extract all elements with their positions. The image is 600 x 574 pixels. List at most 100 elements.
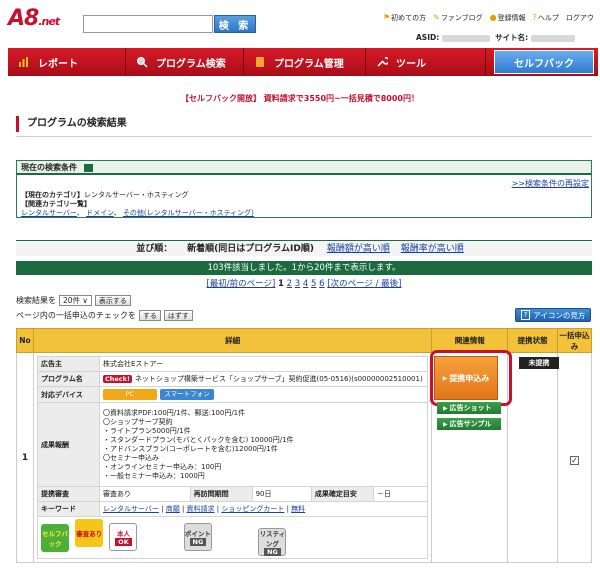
- play-icon: ▶: [443, 404, 448, 412]
- check-badge: Check!: [102, 375, 132, 383]
- program-name: ネットショップ構築サービス「ショップサーブ」契約促進(05-0516)(s000…: [134, 375, 423, 383]
- logo-subtext: .net: [38, 15, 60, 28]
- self-purchase-badge: 本人 OK: [109, 523, 138, 551]
- reward-line: 〇資料請求PDF:100円/1件、郵送:100円/1件: [102, 408, 246, 417]
- badge-label: 本人: [116, 530, 130, 538]
- report-chart-icon: [19, 57, 28, 67]
- header-bulk: 一括申込み: [557, 328, 592, 353]
- review-badge: 審査あり: [75, 519, 104, 547]
- pager-page[interactable]: 2: [287, 279, 292, 289]
- user-icon: ●: [489, 13, 497, 22]
- pager-current-page: 1: [278, 279, 284, 289]
- detail-table: 広告主 株式会社Eストアー プログラム名 Check! ネットショップ構築サービス「シ…: [36, 356, 429, 559]
- ad-sample-button[interactable]: ▶ 広告サンプル: [437, 418, 501, 430]
- pager-page[interactable]: 6: [319, 279, 324, 289]
- row-status-cell: [507, 352, 559, 563]
- device-cell: PC スマートフォン: [98, 386, 429, 403]
- reward-cell: 〇資料請求PDF:100円/1件、郵送:100円/1件 〇ショップサーブ契約 ・…: [98, 402, 429, 487]
- nav-selfback[interactable]: セルフバック: [494, 50, 594, 74]
- nav-label: プログラム管理: [274, 58, 344, 70]
- program-search-input[interactable]: [83, 15, 213, 33]
- pager-page[interactable]: 5: [311, 279, 316, 289]
- nav-report[interactable]: レポート: [8, 48, 126, 76]
- period-label: 再訪問期間: [189, 486, 253, 502]
- pager-prev[interactable]: [最初/前のページ]: [206, 279, 275, 289]
- confirm-value: －日: [372, 486, 429, 502]
- reset-conditions-link[interactable]: >>検索条件の再設定: [512, 178, 589, 189]
- device-smartphone-badge: スマートフォン: [159, 389, 214, 400]
- check-all-button[interactable]: する: [138, 310, 161, 321]
- search-button[interactable]: 検 索: [214, 15, 256, 33]
- header-detail: 詳細: [32, 328, 433, 353]
- nav-program-search[interactable]: プログラム検索: [126, 48, 244, 76]
- keyword-cell: レンタルサーバー | 商願 | 資料請求 | ショッピングカート | 無料: [98, 501, 429, 517]
- header-no: No: [16, 328, 34, 353]
- period-value: 90日: [251, 486, 312, 502]
- main-nav: レポート プログラム検索 プログラム管理 ツール セルフバック: [8, 48, 598, 76]
- badge-label: リスティング: [259, 530, 286, 548]
- reward-line: ・一般セミナー申込み：1000円: [102, 471, 205, 480]
- partnership-status: 未提携: [519, 357, 559, 369]
- sort-by-reward-amount[interactable]: 報酬額が高い順: [327, 244, 390, 254]
- badge-label: ポイント: [184, 530, 211, 538]
- related-category-link[interactable]: ドメイン: [86, 209, 114, 217]
- nav-program-manage[interactable]: プログラム管理: [244, 48, 366, 76]
- keyword-link[interactable]: 無料: [291, 505, 305, 513]
- help-icon: ?: [532, 13, 537, 22]
- reward-line: ・ライトプラン5000円/1件: [102, 426, 191, 435]
- advertiser-label: 広告主: [36, 356, 100, 372]
- sort-by-reward-rate[interactable]: 報酬率が高い順: [401, 244, 464, 254]
- show-results-button[interactable]: 表示する: [94, 295, 131, 306]
- top-links: ⚑初めての方 ✎ファンブログ ●登録情報 ?ヘルプ ログアウ: [383, 13, 594, 23]
- keyword-link[interactable]: 資料請求: [187, 505, 215, 513]
- promo-banner[interactable]: 【セルフバック開放】 資料請求で3550円~一括見積で8000円！: [0, 93, 600, 104]
- results-per-page-row: 検索結果を 20件 ∨ 表示する: [16, 295, 131, 306]
- uncheck-all-button[interactable]: はずす: [163, 310, 193, 321]
- reward-line: ・オンラインセミナー申込み：100円: [102, 462, 222, 471]
- badge-value: NG: [189, 538, 207, 546]
- ad-shot-button[interactable]: ▶ 広告ショット: [437, 402, 501, 414]
- help-icon: ?: [520, 310, 531, 320]
- play-icon: ▶: [443, 420, 448, 428]
- pager-page[interactable]: 4: [303, 279, 308, 289]
- keyword-link[interactable]: レンタルサーバー: [103, 505, 159, 513]
- nav-tools[interactable]: ツール: [366, 48, 486, 76]
- pager-next[interactable]: [次のページ / 最後]: [327, 279, 401, 289]
- device-pc-badge: PC: [102, 389, 157, 400]
- bulk-check-label: ページ内の一括申込のチェックを: [16, 311, 136, 320]
- account-info: ASID: サイト名:: [416, 32, 575, 43]
- keyword-label: キーワード: [36, 501, 100, 517]
- pager-page[interactable]: 3: [295, 279, 300, 289]
- reward-label: 成果報酬: [36, 402, 100, 487]
- nav-label: セルフバック: [514, 58, 574, 70]
- icon-guide-button[interactable]: ? アイコンの見方: [515, 308, 591, 322]
- top-link-label: 初めての方: [391, 14, 427, 22]
- reward-line: 〇セミナー申込み: [102, 453, 159, 462]
- keyword-link[interactable]: ショッピングカート: [221, 505, 284, 513]
- search-conditions-title: 現在の検索条件: [21, 163, 77, 172]
- icon-guide-label: アイコンの見方: [533, 310, 586, 320]
- review-value: 審査あり: [98, 486, 191, 502]
- reward-line: ・スタンダードプラン(モバとくパックを含む) 10000円/1件: [102, 435, 294, 444]
- top-link-help[interactable]: ?ヘルプ: [533, 13, 559, 23]
- a8-logo[interactable]: A8.net: [8, 6, 60, 31]
- bulk-apply-checkbox[interactable]: ✓: [570, 456, 579, 465]
- keyword-link[interactable]: 商願: [166, 505, 180, 513]
- flag-icon: ⚑: [383, 13, 391, 22]
- top-link-blog[interactable]: ✎ファンブログ: [433, 13, 483, 23]
- top-link-first-time[interactable]: ⚑初めての方: [383, 13, 426, 23]
- collapse-toggle-icon[interactable]: [83, 163, 93, 172]
- related-category-label: 【関連カテゴリ一覧】: [21, 200, 91, 208]
- top-link-account[interactable]: ●登録情報: [490, 13, 526, 23]
- related-category-link[interactable]: レンタルサーバー: [21, 209, 77, 217]
- top-link-logout[interactable]: ログアウ: [566, 13, 594, 23]
- badge-row: セルフバック 審査あり 本人 OK ポイント NG リスティング NG: [36, 516, 429, 559]
- point-badge: ポイント NG: [183, 523, 212, 551]
- related-category-link[interactable]: その他(レンタルサーバー・ホスティング): [123, 209, 254, 217]
- header-status: 提携状態: [507, 328, 559, 353]
- review-label: 提携審査: [36, 486, 100, 502]
- results-per-page-select[interactable]: 20件 ∨: [59, 295, 92, 306]
- program-cell: Check! ネットショップ構築サービス「ショップサーブ」契約促進(05-0516…: [98, 371, 429, 387]
- sort-current: 新着順(同日はプログラムID順): [187, 244, 314, 254]
- listing-badge: リスティング NG: [258, 528, 287, 556]
